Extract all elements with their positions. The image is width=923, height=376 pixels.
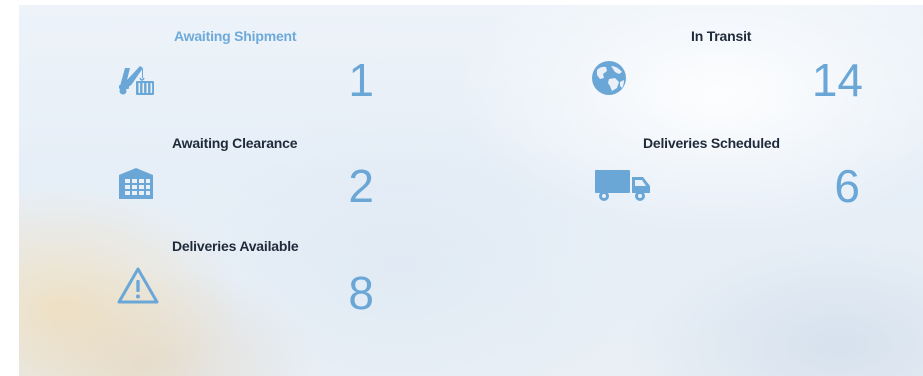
in-transit-count: 14 [811,54,863,106]
deliveries-available-count: 8 [348,267,374,319]
in-transit-heading[interactable]: In Transit [691,28,751,44]
deliveries-available-heading[interactable]: Deliveries Available [172,238,299,254]
crane-cargo-icon [116,58,156,98]
warning-icon [116,266,160,306]
awaiting-clearance-heading[interactable]: Awaiting Clearance [172,135,298,151]
truck-icon [594,166,652,202]
deliveries-scheduled-count: 6 [834,160,860,212]
awaiting-clearance-count: 2 [348,160,374,212]
awaiting-shipment-count: 1 [348,54,374,106]
awaiting-shipment-heading[interactable]: Awaiting Shipment [174,28,297,44]
warehouse-icon [116,163,156,203]
globe-icon [589,58,629,98]
deliveries-scheduled-heading[interactable]: Deliveries Scheduled [643,135,780,151]
